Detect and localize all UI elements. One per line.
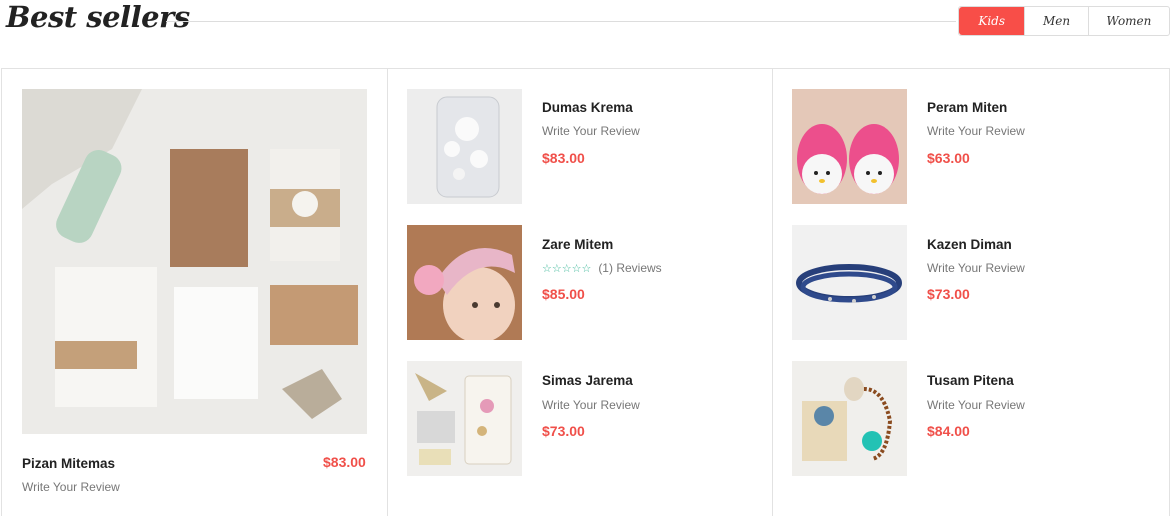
reviews-count[interactable]: (1) Reviews [598,261,661,275]
product-name[interactable]: Simas Jarema [542,373,633,388]
write-review-link[interactable]: Write Your Review [927,398,1025,412]
write-review-link[interactable]: Write Your Review [542,398,640,412]
product-price: $73.00 [542,423,585,439]
write-review-link[interactable]: Write Your Review [927,261,1025,275]
category-tabs: Kids Men Women [958,6,1170,36]
product-rating: ☆☆☆☆☆ (1) Reviews [542,261,662,275]
write-review-link[interactable]: Write Your Review [927,124,1025,138]
section-header: Best sellers Kids Men Women [0,0,1170,45]
tab-kids[interactable]: Kids [959,7,1025,35]
tab-women[interactable]: Women [1087,7,1169,35]
jeweled-phone-case-image[interactable] [407,89,522,204]
product-price: $85.00 [542,286,585,302]
section-title: Best sellers [6,0,190,34]
product-name[interactable]: Pizan Mitemas [22,456,115,471]
product-price: $83.00 [323,454,366,470]
write-review-link[interactable]: Write Your Review [22,480,120,494]
write-review-link[interactable]: Write Your Review [542,124,640,138]
product-name[interactable]: Dumas Krema [542,100,633,115]
crochet-baby-shoes-image[interactable] [792,89,907,204]
teething-necklace-image[interactable] [792,361,907,476]
baby-headband-image[interactable] [407,225,522,340]
title-divider-line [166,21,956,22]
column-divider [387,68,388,516]
product-name[interactable]: Tusam Pitena [927,373,1014,388]
beaded-bracelet-image[interactable] [792,225,907,340]
rating-stars-icon: ☆☆☆☆☆ [542,262,592,275]
tab-men[interactable]: Men [1024,7,1087,35]
product-name[interactable]: Peram Miten [927,100,1007,115]
jeweled-phone-wallet-image[interactable] [407,361,522,476]
column-divider [772,68,773,516]
product-price: $83.00 [542,150,585,166]
product-name[interactable]: Zare Mitem [542,237,613,252]
product-name[interactable]: Kazen Diman [927,237,1012,252]
product-price: $63.00 [927,150,970,166]
wedding-stationery-image[interactable] [22,89,367,434]
product-price: $73.00 [927,286,970,302]
product-price: $84.00 [927,423,970,439]
